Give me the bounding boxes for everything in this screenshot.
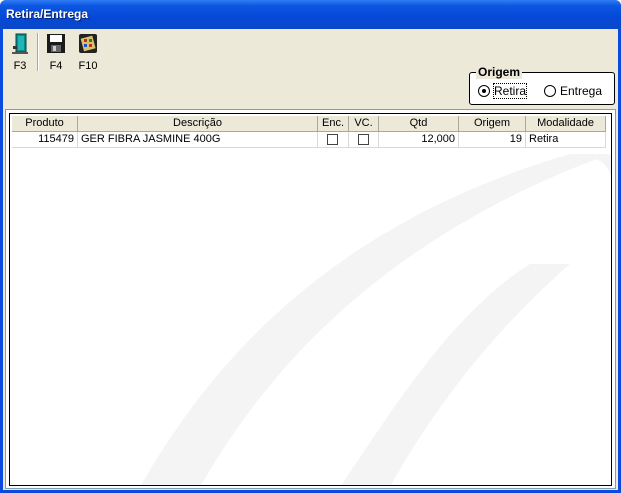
title-bar[interactable]: Retira/Entrega (0, 0, 621, 29)
window: Retira/Entrega F3 F4 F10 Origem Retira E… (0, 0, 621, 493)
window-client-area: F3 F4 F10 Origem Retira Entrega Produto … (3, 29, 618, 490)
floppy-disk-save-icon (47, 34, 65, 53)
vc-checkbox[interactable] (358, 134, 369, 145)
f4-label: F4 (49, 60, 63, 72)
background-watermark (141, 154, 611, 485)
cell-origem[interactable]: 19 (459, 132, 526, 148)
cell-descricao[interactable]: GER FIBRA JASMINE 400G (78, 132, 318, 148)
origem-groupbox: Origem Retira Entrega (469, 65, 615, 105)
cell-modalidade[interactable]: Retira (526, 132, 606, 148)
f10-label: F10 (78, 60, 98, 72)
radio-retira-dot[interactable] (478, 85, 490, 97)
radio-entrega-label[interactable]: Entrega (560, 84, 602, 98)
radio-retira-label[interactable]: Retira (492, 83, 528, 99)
cell-enc (318, 132, 349, 148)
f4-save-button[interactable]: F4 (41, 33, 71, 73)
calculator-icon (79, 34, 97, 53)
window-title: Retira/Entrega (6, 7, 89, 21)
col-header-modalidade[interactable]: Modalidade (526, 116, 606, 132)
cell-produto[interactable]: 115479 (12, 132, 78, 148)
col-header-origem[interactable]: Origem (459, 116, 526, 132)
exit-door-icon (12, 33, 28, 54)
toolbar-separator (37, 33, 39, 71)
grid-panel: Produto Descrição Enc. VC. Qtd Origem Mo… (5, 109, 616, 489)
enc-checkbox[interactable] (327, 134, 338, 145)
f3-exit-button[interactable]: F3 (5, 33, 35, 73)
col-header-descricao[interactable]: Descrição (78, 116, 318, 132)
cell-vc (349, 132, 379, 148)
cell-qtd[interactable]: 12,000 (379, 132, 459, 148)
radio-entrega-dot[interactable] (544, 85, 556, 97)
origem-title: Origem (476, 65, 523, 79)
grid-area[interactable]: Produto Descrição Enc. VC. Qtd Origem Mo… (9, 113, 612, 486)
col-header-vc[interactable]: VC. (349, 116, 379, 132)
col-header-enc[interactable]: Enc. (318, 116, 349, 132)
f10-calculator-button[interactable]: F10 (73, 33, 103, 73)
f3-label: F3 (13, 60, 27, 72)
col-header-qtd[interactable]: Qtd (379, 116, 459, 132)
col-header-produto[interactable]: Produto (12, 116, 78, 132)
